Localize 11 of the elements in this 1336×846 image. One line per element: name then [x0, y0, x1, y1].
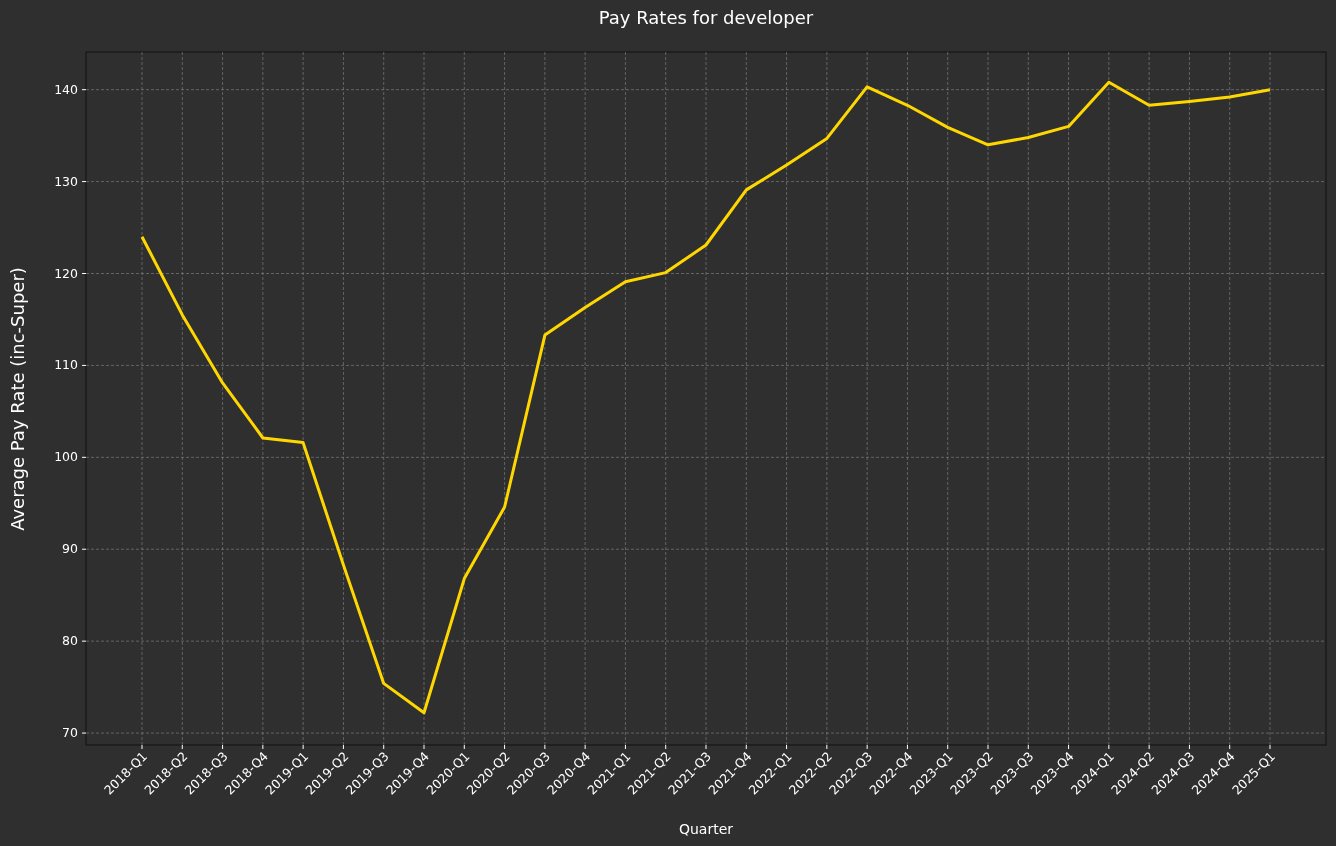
- tick-label: 120: [54, 265, 78, 281]
- tick-label: 110: [54, 357, 78, 373]
- chart-title: Pay Rates for developer: [598, 7, 814, 28]
- tick-label: 140: [54, 81, 78, 97]
- tick-label: 70: [62, 725, 78, 741]
- tick-label: 80: [62, 633, 78, 649]
- tick-label: 100: [54, 449, 78, 465]
- x-axis-label: Quarter: [678, 821, 734, 837]
- y-axis-label: Average Pay Rate (inc-Super): [7, 267, 28, 531]
- tick-label: 90: [62, 541, 78, 557]
- tick-label: 130: [54, 173, 78, 189]
